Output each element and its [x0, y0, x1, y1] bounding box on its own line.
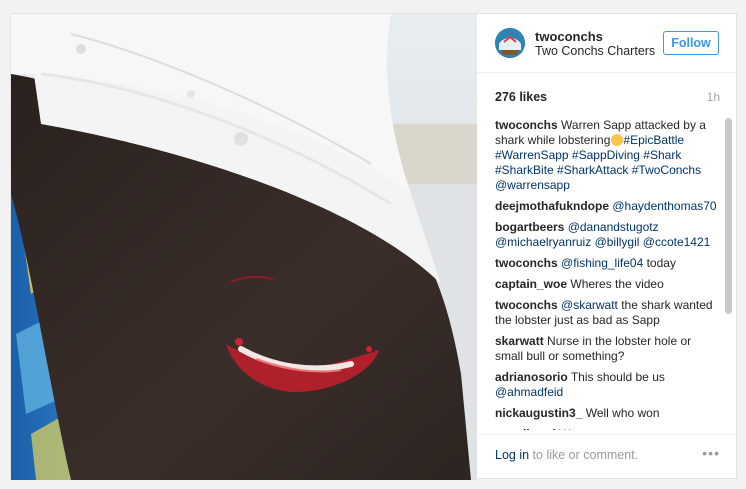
- username[interactable]: twoconchs: [535, 29, 603, 44]
- comment-username[interactable]: bogartbeers: [495, 220, 564, 234]
- instagram-post-card: twoconchs Two Conchs Charters Follow 276…: [10, 13, 737, 480]
- avatar-logo-icon: [495, 28, 525, 58]
- post-footer: Log in to like or comment. •••: [477, 434, 736, 479]
- login-prompt-text: to like or comment.: [532, 448, 639, 462]
- list-item: deejmothafukndope @haydenthomas70: [495, 199, 717, 214]
- caption-username[interactable]: twoconchs: [495, 118, 558, 132]
- list-item: captain_woe Wheres the video: [495, 277, 717, 292]
- follow-button[interactable]: Follow: [663, 31, 719, 55]
- list-item: twoconchs @skarwatt the shark wanted the…: [495, 298, 717, 328]
- list-item: nickaugustin3_ Well who won: [495, 406, 717, 421]
- comment-username[interactable]: nickaugustin3_: [495, 406, 582, 420]
- comment-username[interactable]: skarwatt: [495, 334, 544, 348]
- comment-container: deejmothafukndope @haydenthomas70 bogartb…: [495, 199, 717, 430]
- list-item: bogartbeers @danandstugotz @michaelryanr…: [495, 220, 717, 250]
- comment-username[interactable]: twoconchs: [495, 298, 558, 312]
- photo-illustration: [11, 14, 477, 480]
- more-options-icon[interactable]: •••: [702, 445, 720, 461]
- comment-username[interactable]: captain_woe: [495, 277, 567, 291]
- comment-username[interactable]: twoconchs: [495, 256, 558, 270]
- comment-text: Wheres the video: [570, 277, 664, 291]
- comment-text: @haydenthomas70: [612, 199, 717, 213]
- comment-text: Well who won: [585, 406, 660, 420]
- login-prompt: Log in to like or comment.: [495, 448, 638, 462]
- full-name: Two Conchs Charters: [535, 44, 656, 58]
- post-sidebar: twoconchs Two Conchs Charters Follow 276…: [477, 14, 736, 478]
- avatar[interactable]: [495, 28, 525, 58]
- list-item: adrianosorio This should be us @ahmadfei…: [495, 370, 717, 400]
- list-item: engelhood Woww...: [495, 427, 717, 430]
- list-item: skarwatt Nurse in the lobster hole or sm…: [495, 334, 717, 364]
- comment-text: @fishing_life04 today: [561, 256, 676, 270]
- post-header: twoconchs Two Conchs Charters Follow: [477, 14, 736, 73]
- comments-scrollbar[interactable]: [725, 118, 732, 314]
- list-item: twoconchs @fishing_life04 today: [495, 256, 717, 271]
- comments-list[interactable]: twoconchs Warren Sapp attacked by a shar…: [495, 118, 717, 430]
- comment-username[interactable]: deejmothafukndope: [495, 199, 609, 213]
- comment-text: Woww...: [559, 427, 603, 430]
- login-link[interactable]: Log in: [495, 448, 529, 462]
- caption: twoconchs Warren Sapp attacked by a shar…: [495, 118, 717, 193]
- comment-username[interactable]: engelhood: [495, 427, 556, 430]
- post-time[interactable]: 1h: [707, 90, 720, 104]
- post-photo[interactable]: [11, 14, 477, 480]
- likes-count[interactable]: 276 likes: [495, 90, 547, 104]
- smiling-face-emoji-icon: [611, 134, 624, 146]
- comment-username[interactable]: adrianosorio: [495, 370, 568, 384]
